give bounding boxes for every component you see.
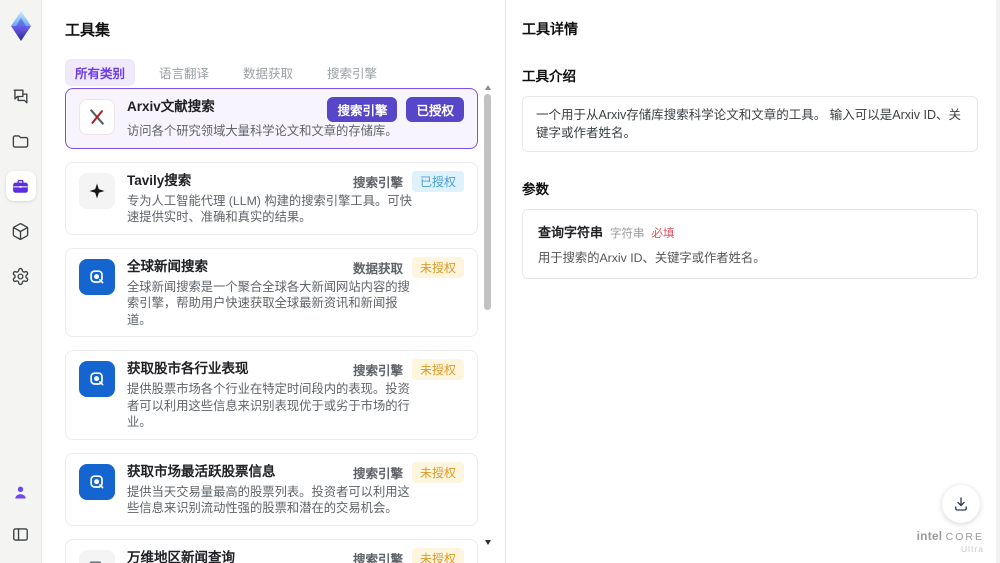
tool-name: 获取市场最活跃股票信息 bbox=[127, 463, 276, 479]
intro-box: 一个用于从Arxiv存储库搜索科学论文和文章的工具。 输入可以是Arxiv ID… bbox=[522, 96, 978, 152]
intel-ultra-text: Ultra bbox=[961, 544, 984, 554]
sidebar-item-account[interactable] bbox=[6, 477, 36, 507]
tool-name: 获取股市各行业表现 bbox=[127, 361, 249, 376]
tool-card-global-news[interactable]: 全球新闻搜索 数据获取 未授权 全球新闻搜索是一个聚合全球各大新闻网站内容的搜索… bbox=[65, 247, 478, 337]
params-heading: 参数 bbox=[522, 182, 549, 197]
user-icon bbox=[15, 486, 26, 498]
tool-cards: Arxiv文献搜索 搜索引擎 已授权 访问各个研究领域大量科学论文和文章的存储库… bbox=[65, 88, 478, 563]
tool-description: 提供当天交易量最高的股票列表。投资者可以利用这些信息来识别流动性强的股票和潜在的… bbox=[127, 484, 410, 516]
category-badge: 数据获取 bbox=[352, 261, 403, 276]
param-name: 查询字符串 bbox=[538, 225, 604, 240]
chat-icon bbox=[13, 88, 28, 104]
icon-sidebar bbox=[0, 0, 42, 563]
tool-name: 万维地区新闻查询 bbox=[127, 549, 235, 563]
auth-badge: 未授权 bbox=[411, 547, 464, 563]
page-title: 工具集 bbox=[65, 22, 111, 39]
app-window: 工具集 所有类别 语言翻译 数据获取 搜索引擎 Arxiv文献搜索 搜索引擎 已… bbox=[0, 0, 1000, 563]
category-badge: 搜索引擎 bbox=[327, 97, 398, 122]
auth-badge: 未授权 bbox=[411, 256, 464, 278]
auth-badge: 未授权 bbox=[411, 359, 464, 380]
category-tabs: 所有类别 语言翻译 数据获取 搜索引擎 bbox=[65, 59, 387, 86]
folder-icon bbox=[12, 134, 29, 148]
sidebar-item-settings[interactable] bbox=[6, 261, 36, 291]
category-badge: 搜索引擎 bbox=[352, 552, 403, 563]
blue-search-logo bbox=[79, 258, 115, 295]
scrollbar-thumb[interactable] bbox=[484, 94, 491, 310]
download-icon bbox=[955, 497, 967, 511]
tool-description: 提供股票市场各个行业在特定时间段内的表现。投资者可以利用这些信息来识别表现优于或… bbox=[127, 382, 410, 429]
sidebar-nav bbox=[5, 81, 36, 291]
newspaper-icon bbox=[79, 549, 115, 563]
intro-heading: 工具介绍 bbox=[522, 69, 576, 84]
category-badge: 搜索引擎 bbox=[352, 466, 403, 481]
sidebar-item-models[interactable] bbox=[6, 216, 36, 246]
tab-search-engine[interactable]: 搜索引擎 bbox=[317, 59, 387, 86]
tab-translation[interactable]: 语言翻译 bbox=[149, 59, 219, 86]
tool-name: Arxiv文献搜索 bbox=[127, 99, 215, 114]
auth-badge: 已授权 bbox=[406, 97, 464, 122]
app-logo bbox=[6, 9, 36, 43]
tool-card-active-stocks[interactable]: 获取市场最活跃股票信息 搜索引擎 未授权 提供当天交易量最高的股票列表。投资者可… bbox=[65, 452, 478, 526]
tool-description: 专为人工智能代理 (LLM) 构建的搜索引擎工具。可快速提供实时、准确和真实的结… bbox=[127, 193, 412, 225]
detail-title: 工具详情 bbox=[522, 21, 578, 37]
tool-description: 访问各个研究领域大量科学论文和文章的存储库。 bbox=[127, 124, 398, 138]
tavily-star-logo bbox=[79, 172, 115, 209]
blue-search-logo bbox=[79, 361, 115, 397]
tool-detail-panel: 工具详情 工具介绍 一个用于从Arxiv存储库搜索科学论文和文章的工具。 输入可… bbox=[505, 0, 1000, 563]
intel-core-logo: intel CORE Ultra bbox=[917, 530, 984, 555]
tab-data-acquisition[interactable]: 数据获取 bbox=[233, 59, 303, 86]
tool-card-sector-performance[interactable]: 获取股市各行业表现 搜索引擎 未授权 提供股票市场各个行业在特定时间段内的表现。… bbox=[65, 350, 478, 440]
toolbox-icon bbox=[13, 179, 28, 193]
param-description: 用于搜索的Arxiv ID、关键字或作者姓名。 bbox=[538, 251, 766, 265]
tool-description: 全球新闻搜索是一个聚合全球各大新闻网站内容的搜索引擎，帮助用户快速获取全球最新资… bbox=[127, 279, 410, 327]
category-badge: 搜索引擎 bbox=[352, 175, 403, 190]
sidebar-item-panel-toggle[interactable] bbox=[6, 519, 36, 549]
sidebar-item-tools[interactable] bbox=[5, 171, 36, 201]
intel-core-text: CORE bbox=[945, 531, 984, 543]
param-required-flag: 必填 bbox=[651, 228, 675, 240]
download-button[interactable] bbox=[942, 485, 980, 523]
param-type: 字符串 bbox=[610, 228, 645, 240]
scrollbar-up-arrow-icon[interactable] bbox=[485, 85, 491, 90]
tool-name: Tavily搜索 bbox=[127, 172, 192, 188]
list-scrollbar[interactable] bbox=[483, 85, 493, 553]
category-badge: 搜索引擎 bbox=[352, 364, 403, 378]
panel-toggle-icon bbox=[13, 527, 28, 541]
tool-name: 全球新闻搜索 bbox=[127, 258, 208, 274]
tools-list-panel: 工具集 所有类别 语言翻译 数据获取 搜索引擎 Arxiv文献搜索 搜索引擎 已… bbox=[42, 0, 505, 563]
auth-badge: 未授权 bbox=[411, 461, 464, 483]
cube-icon bbox=[12, 222, 29, 240]
settings-icon bbox=[12, 267, 29, 285]
auth-badge: 已授权 bbox=[411, 170, 464, 192]
scrollbar-down-arrow-icon[interactable] bbox=[485, 540, 491, 545]
crystal-logo-icon bbox=[10, 11, 31, 41]
window-scrollbar[interactable] bbox=[996, 0, 1000, 563]
sidebar-item-chat[interactable] bbox=[6, 81, 36, 111]
intel-brand-text: intel bbox=[916, 529, 943, 543]
tab-all-categories[interactable]: 所有类别 bbox=[65, 59, 136, 86]
tool-card-tavily[interactable]: Tavily搜索 搜索引擎 已授权 专为人工智能代理 (LLM) 构建的搜索引擎… bbox=[65, 161, 478, 235]
sidebar-bottom bbox=[6, 477, 36, 549]
blue-search-logo bbox=[79, 463, 115, 500]
param-box: 查询字符串 字符串 必填 用于搜索的Arxiv ID、关键字或作者姓名。 bbox=[522, 209, 978, 279]
tool-card-regional-news[interactable]: 万维地区新闻查询 搜索引擎 未授权 查询具体行政区划内的新闻，快速了解各地新闻动 bbox=[65, 538, 478, 563]
tool-card-arxiv[interactable]: Arxiv文献搜索 搜索引擎 已授权 访问各个研究领域大量科学论文和文章的存储库… bbox=[65, 88, 478, 149]
arxiv-logo bbox=[79, 99, 115, 135]
sidebar-item-files[interactable] bbox=[6, 126, 36, 156]
